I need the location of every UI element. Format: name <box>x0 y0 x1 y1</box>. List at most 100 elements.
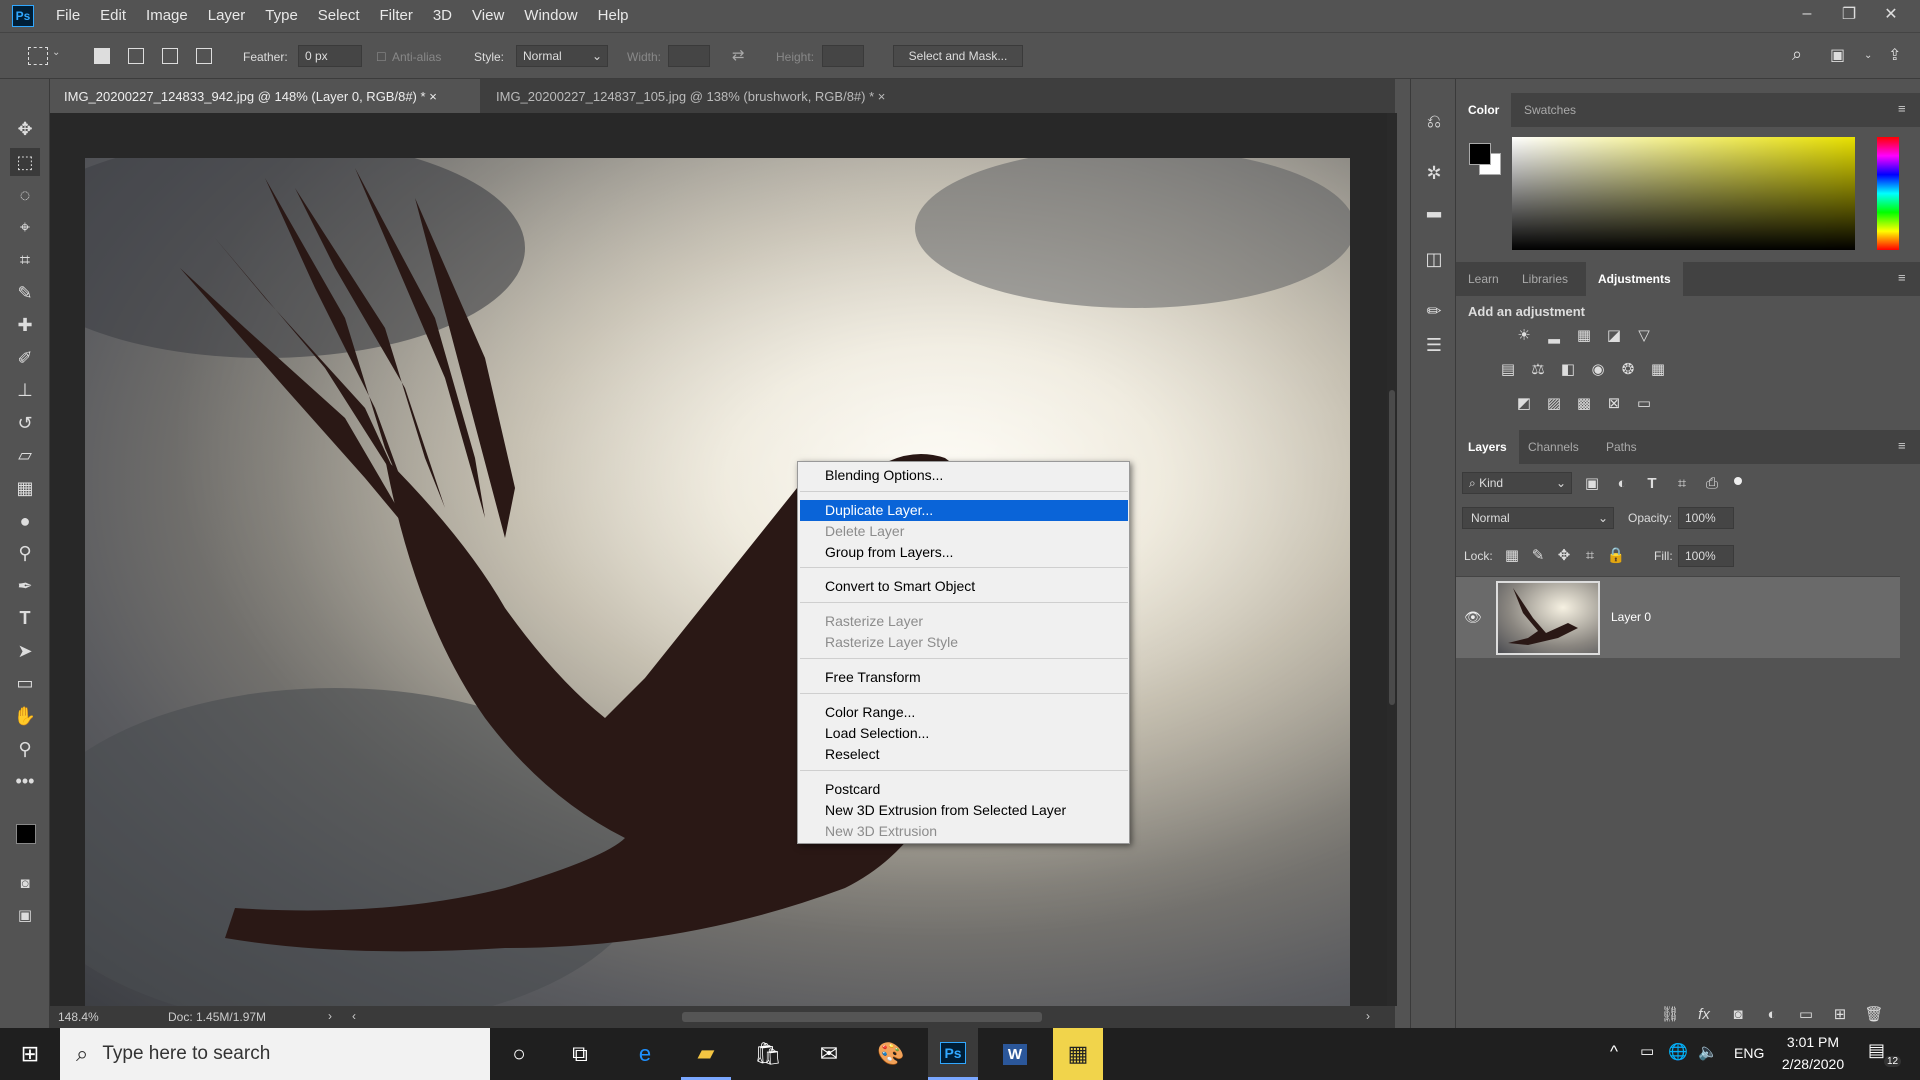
menu-item-duplicate-layer[interactable]: Duplicate Layer... <box>800 500 1128 521</box>
tab-swatches[interactable]: Swatches <box>1512 93 1588 127</box>
foreground-color-swatch[interactable] <box>1469 143 1491 165</box>
select-and-mask-button[interactable]: Select and Mask... <box>893 45 1023 67</box>
mail-icon[interactable]: ✉ <box>804 1028 854 1080</box>
menu-type[interactable]: Type <box>255 0 308 32</box>
menu-item-rasterize-layer-style[interactable]: Rasterize Layer Style <box>800 632 1128 653</box>
chevron-down-icon[interactable]: ⌄ <box>52 47 60 58</box>
move-tool-icon[interactable]: ✥ <box>10 115 40 143</box>
rectangle-tool-icon[interactable]: ▭ <box>10 669 40 697</box>
stamp-tool-icon[interactable]: ⊥ <box>10 376 40 404</box>
curves-icon[interactable]: ▦ <box>1574 325 1594 345</box>
vertical-scroll-thumb[interactable] <box>1389 390 1395 705</box>
exposure-icon[interactable]: ◪ <box>1604 325 1624 345</box>
selective-color-icon[interactable]: ⊠ <box>1604 393 1624 413</box>
history-brush-tool-icon[interactable]: ↺ <box>10 409 40 437</box>
layer-name[interactable]: Layer 0 <box>1611 610 1651 624</box>
sticky-notes-icon[interactable]: ▦ <box>1053 1028 1103 1080</box>
lock-transparent-icon[interactable]: ▦ <box>1502 545 1522 565</box>
store-icon[interactable]: 🛍 <box>743 1028 793 1080</box>
windows-start-icon[interactable]: ⊞ <box>5 1028 55 1080</box>
filter-smart-object-icon[interactable]: ⎙ <box>1702 473 1722 493</box>
foreground-color-swatch[interactable] <box>16 824 36 844</box>
menu-edit[interactable]: Edit <box>90 0 136 32</box>
blend-mode-select[interactable]: Normal ⌄ <box>1462 507 1614 529</box>
tab-document-1[interactable]: IMG_20200227_124833_942.jpg @ 148% (Laye… <box>50 79 480 113</box>
eye-visibility-icon[interactable]: 👁 <box>1464 609 1482 626</box>
invert-icon[interactable]: ◩ <box>1514 393 1534 413</box>
menu-filter[interactable]: Filter <box>370 0 423 32</box>
tab-adjustments[interactable]: Adjustments <box>1586 262 1683 296</box>
tab-layers[interactable]: Layers <box>1456 430 1519 464</box>
tab-color[interactable]: Color <box>1456 93 1512 127</box>
lasso-tool-icon[interactable]: ◌ <box>10 181 40 209</box>
screen-mode-icon[interactable]: ▣ <box>10 901 40 929</box>
menu-select[interactable]: Select <box>308 0 370 32</box>
history-icon[interactable]: ⎌ <box>1422 109 1446 133</box>
minimize-icon[interactable]: – <box>1786 0 1828 28</box>
lock-position-icon[interactable]: ✥ <box>1554 545 1574 565</box>
brightness-icon[interactable]: ☀ <box>1514 325 1534 345</box>
zoom-level[interactable]: 148.4% <box>58 1010 99 1024</box>
menu-3d[interactable]: 3D <box>423 0 462 32</box>
brush-settings-icon[interactable]: ✲ <box>1422 161 1446 185</box>
hue-slider[interactable] <box>1877 137 1899 250</box>
new-group-icon[interactable]: ▭ <box>1796 1004 1816 1024</box>
close-icon[interactable]: ✕ <box>1870 0 1912 28</box>
adjust-sliders-icon[interactable]: ☰ <box>1422 333 1446 357</box>
horizontal-scroll-thumb[interactable] <box>682 1012 1042 1022</box>
vibrance-icon[interactable]: ▽ <box>1634 325 1654 345</box>
volume-icon[interactable]: 🔈 <box>1698 1042 1718 1062</box>
color-lookup-icon[interactable]: ▦ <box>1648 359 1668 379</box>
menu-image[interactable]: Image <box>136 0 198 32</box>
filter-type-icon[interactable]: T <box>1642 473 1662 493</box>
brush-tool-icon[interactable]: ✐ <box>10 344 40 372</box>
trash-icon[interactable]: 🗑 <box>1864 1004 1884 1024</box>
filter-toggle-icon[interactable] <box>1734 477 1742 485</box>
word-app-icon[interactable]: W <box>990 1028 1040 1080</box>
menu-window[interactable]: Window <box>514 0 587 32</box>
share-icon[interactable]: ⇪ <box>1888 45 1901 65</box>
zoom-tool-icon[interactable]: ⚲ <box>10 735 40 763</box>
link-layers-icon[interactable]: ⛓ <box>1660 1004 1680 1024</box>
levels-icon[interactable]: ▂ <box>1544 325 1564 345</box>
properties-icon[interactable]: ◫ <box>1422 247 1446 271</box>
quick-select-tool-icon[interactable]: ⌖ <box>10 213 40 241</box>
layer-row[interactable]: 👁 Layer 0 <box>1456 576 1900 658</box>
tab-channels[interactable]: Channels <box>1516 430 1591 464</box>
gradient-map-icon[interactable]: ▭ <box>1634 393 1654 413</box>
healing-brush-tool-icon[interactable]: ✚ <box>10 311 40 339</box>
menu-help[interactable]: Help <box>588 0 639 32</box>
notification-center-icon[interactable]: ▤ <box>1868 1040 1885 1061</box>
opacity-input[interactable]: 100% <box>1678 507 1734 529</box>
paint-app-icon[interactable]: 🎨 <box>866 1028 916 1080</box>
tab-paths[interactable]: Paths <box>1594 430 1649 464</box>
tab-document-2[interactable]: IMG_20200227_124837_105.jpg @ 138% (brus… <box>482 79 922 113</box>
document-image[interactable] <box>85 158 1350 1006</box>
threshold-icon[interactable]: ▩ <box>1574 393 1594 413</box>
close-tab-icon[interactable]: × <box>429 89 437 104</box>
menu-item-group-from-layers[interactable]: Group from Layers... <box>800 542 1128 563</box>
filter-pixel-icon[interactable]: ▣ <box>1582 473 1602 493</box>
subtract-selection-icon[interactable] <box>162 48 178 64</box>
color-balance-icon[interactable]: ⚖ <box>1528 359 1548 379</box>
height-input[interactable] <box>822 45 864 67</box>
marquee-tool-icon[interactable]: ⬚ <box>10 148 40 176</box>
fx-icon[interactable]: fx <box>1694 1004 1714 1024</box>
panel-menu-icon[interactable]: ≡ <box>1898 270 1906 285</box>
show-hidden-icons-icon[interactable]: ^ <box>1610 1042 1618 1062</box>
panel-menu-icon[interactable]: ≡ <box>1898 101 1906 116</box>
hue-saturation-icon[interactable]: ▤ <box>1498 359 1518 379</box>
pen-tool-icon[interactable]: ✒ <box>10 572 40 600</box>
dodge-tool-icon[interactable]: ⚲ <box>10 539 40 567</box>
color-field[interactable] <box>1512 137 1855 250</box>
menu-item-3d-extrusion[interactable]: New 3D Extrusion <box>800 821 1128 842</box>
eraser-tool-icon[interactable]: ▱ <box>10 441 40 469</box>
menu-file[interactable]: File <box>46 0 90 32</box>
lock-all-icon[interactable]: 🔒 <box>1606 545 1626 565</box>
style-select[interactable]: Normal ⌄ <box>516 45 608 67</box>
lock-artboard-icon[interactable]: ⌗ <box>1580 545 1600 565</box>
path-select-tool-icon[interactable]: ➤ <box>10 637 40 665</box>
file-explorer-icon[interactable]: ▰ <box>681 1028 731 1080</box>
photo-filter-icon[interactable]: ◉ <box>1588 359 1608 379</box>
menu-item-load-selection[interactable]: Load Selection... <box>800 723 1128 744</box>
